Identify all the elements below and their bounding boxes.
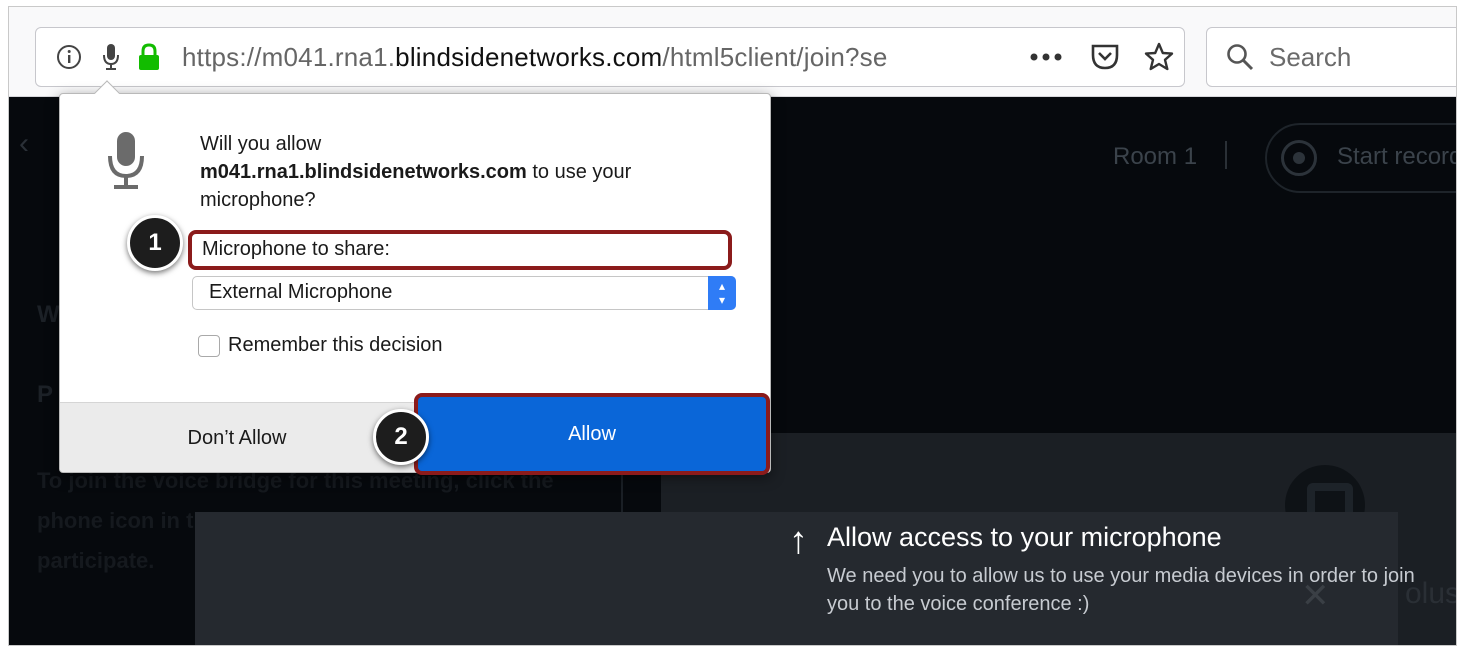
background-subheading: P: [37, 381, 54, 408]
remember-row[interactable]: Remember this decision: [198, 334, 443, 357]
step-badge-2: 2: [373, 409, 429, 465]
selected-microphone: External Microphone: [209, 281, 393, 303]
back-chevron-icon[interactable]: ‹: [19, 127, 29, 161]
step-badge-1: 1: [127, 215, 183, 271]
screenshot-frame: https://m041.rna1.blindsidenetworks.com/…: [8, 6, 1457, 646]
record-icon: [1281, 140, 1317, 176]
room-label: Room 1: [1113, 143, 1198, 170]
search-bar[interactable]: Search: [1206, 27, 1456, 87]
more-actions-icon[interactable]: [1026, 40, 1066, 74]
recording-label: Start recording: [1337, 143, 1456, 170]
info-icon[interactable]: [52, 40, 86, 74]
arrow-up-icon: ↑: [789, 520, 808, 562]
start-recording-button[interactable]: Start recording: [1265, 123, 1456, 193]
remember-label: Remember this decision: [228, 334, 443, 356]
url-domain: blindsidenetworks.com: [395, 42, 663, 72]
allow-highlight: Allow: [414, 393, 770, 475]
pocket-icon[interactable]: [1088, 40, 1122, 74]
microphone-icon: [106, 130, 146, 197]
dont-allow-button[interactable]: Don’t Allow: [60, 403, 414, 473]
requesting-domain: m041.rna1.blindsidenetworks.com: [200, 161, 527, 183]
divider: [1225, 141, 1227, 169]
microphone-access-toast: ↑ Allow access to your microphone We nee…: [195, 512, 1415, 645]
background-heading: W: [37, 301, 60, 328]
allow-button[interactable]: Allow: [418, 397, 766, 471]
microphone-icon[interactable]: [98, 40, 124, 74]
permission-question: Will you allow m041.rna1.blindsidenetwor…: [200, 133, 632, 211]
microphone-to-share-label: Microphone to share:: [188, 230, 732, 270]
address-bar[interactable]: https://m041.rna1.blindsidenetworks.com/…: [35, 27, 1185, 87]
close-icon[interactable]: ✕: [1301, 576, 1330, 616]
search-placeholder: Search: [1269, 42, 1352, 72]
microphone-select[interactable]: External Microphone ▴ ▾: [192, 276, 736, 310]
search-icon: [1223, 40, 1257, 74]
select-arrows-icon[interactable]: ▴ ▾: [708, 276, 736, 310]
star-icon[interactable]: [1142, 40, 1176, 74]
lock-icon[interactable]: [134, 40, 164, 74]
url-text[interactable]: https://m041.rna1.blindsidenetworks.com/…: [182, 42, 962, 73]
url-path: /html5client/join?se: [662, 42, 888, 72]
toast-title: Allow access to your microphone: [827, 522, 1222, 552]
toast-body: We need you to allow us to use your medi…: [827, 565, 1415, 615]
remember-checkbox[interactable]: [198, 334, 220, 357]
browser-toolbar: https://m041.rna1.blindsidenetworks.com/…: [9, 7, 1456, 97]
